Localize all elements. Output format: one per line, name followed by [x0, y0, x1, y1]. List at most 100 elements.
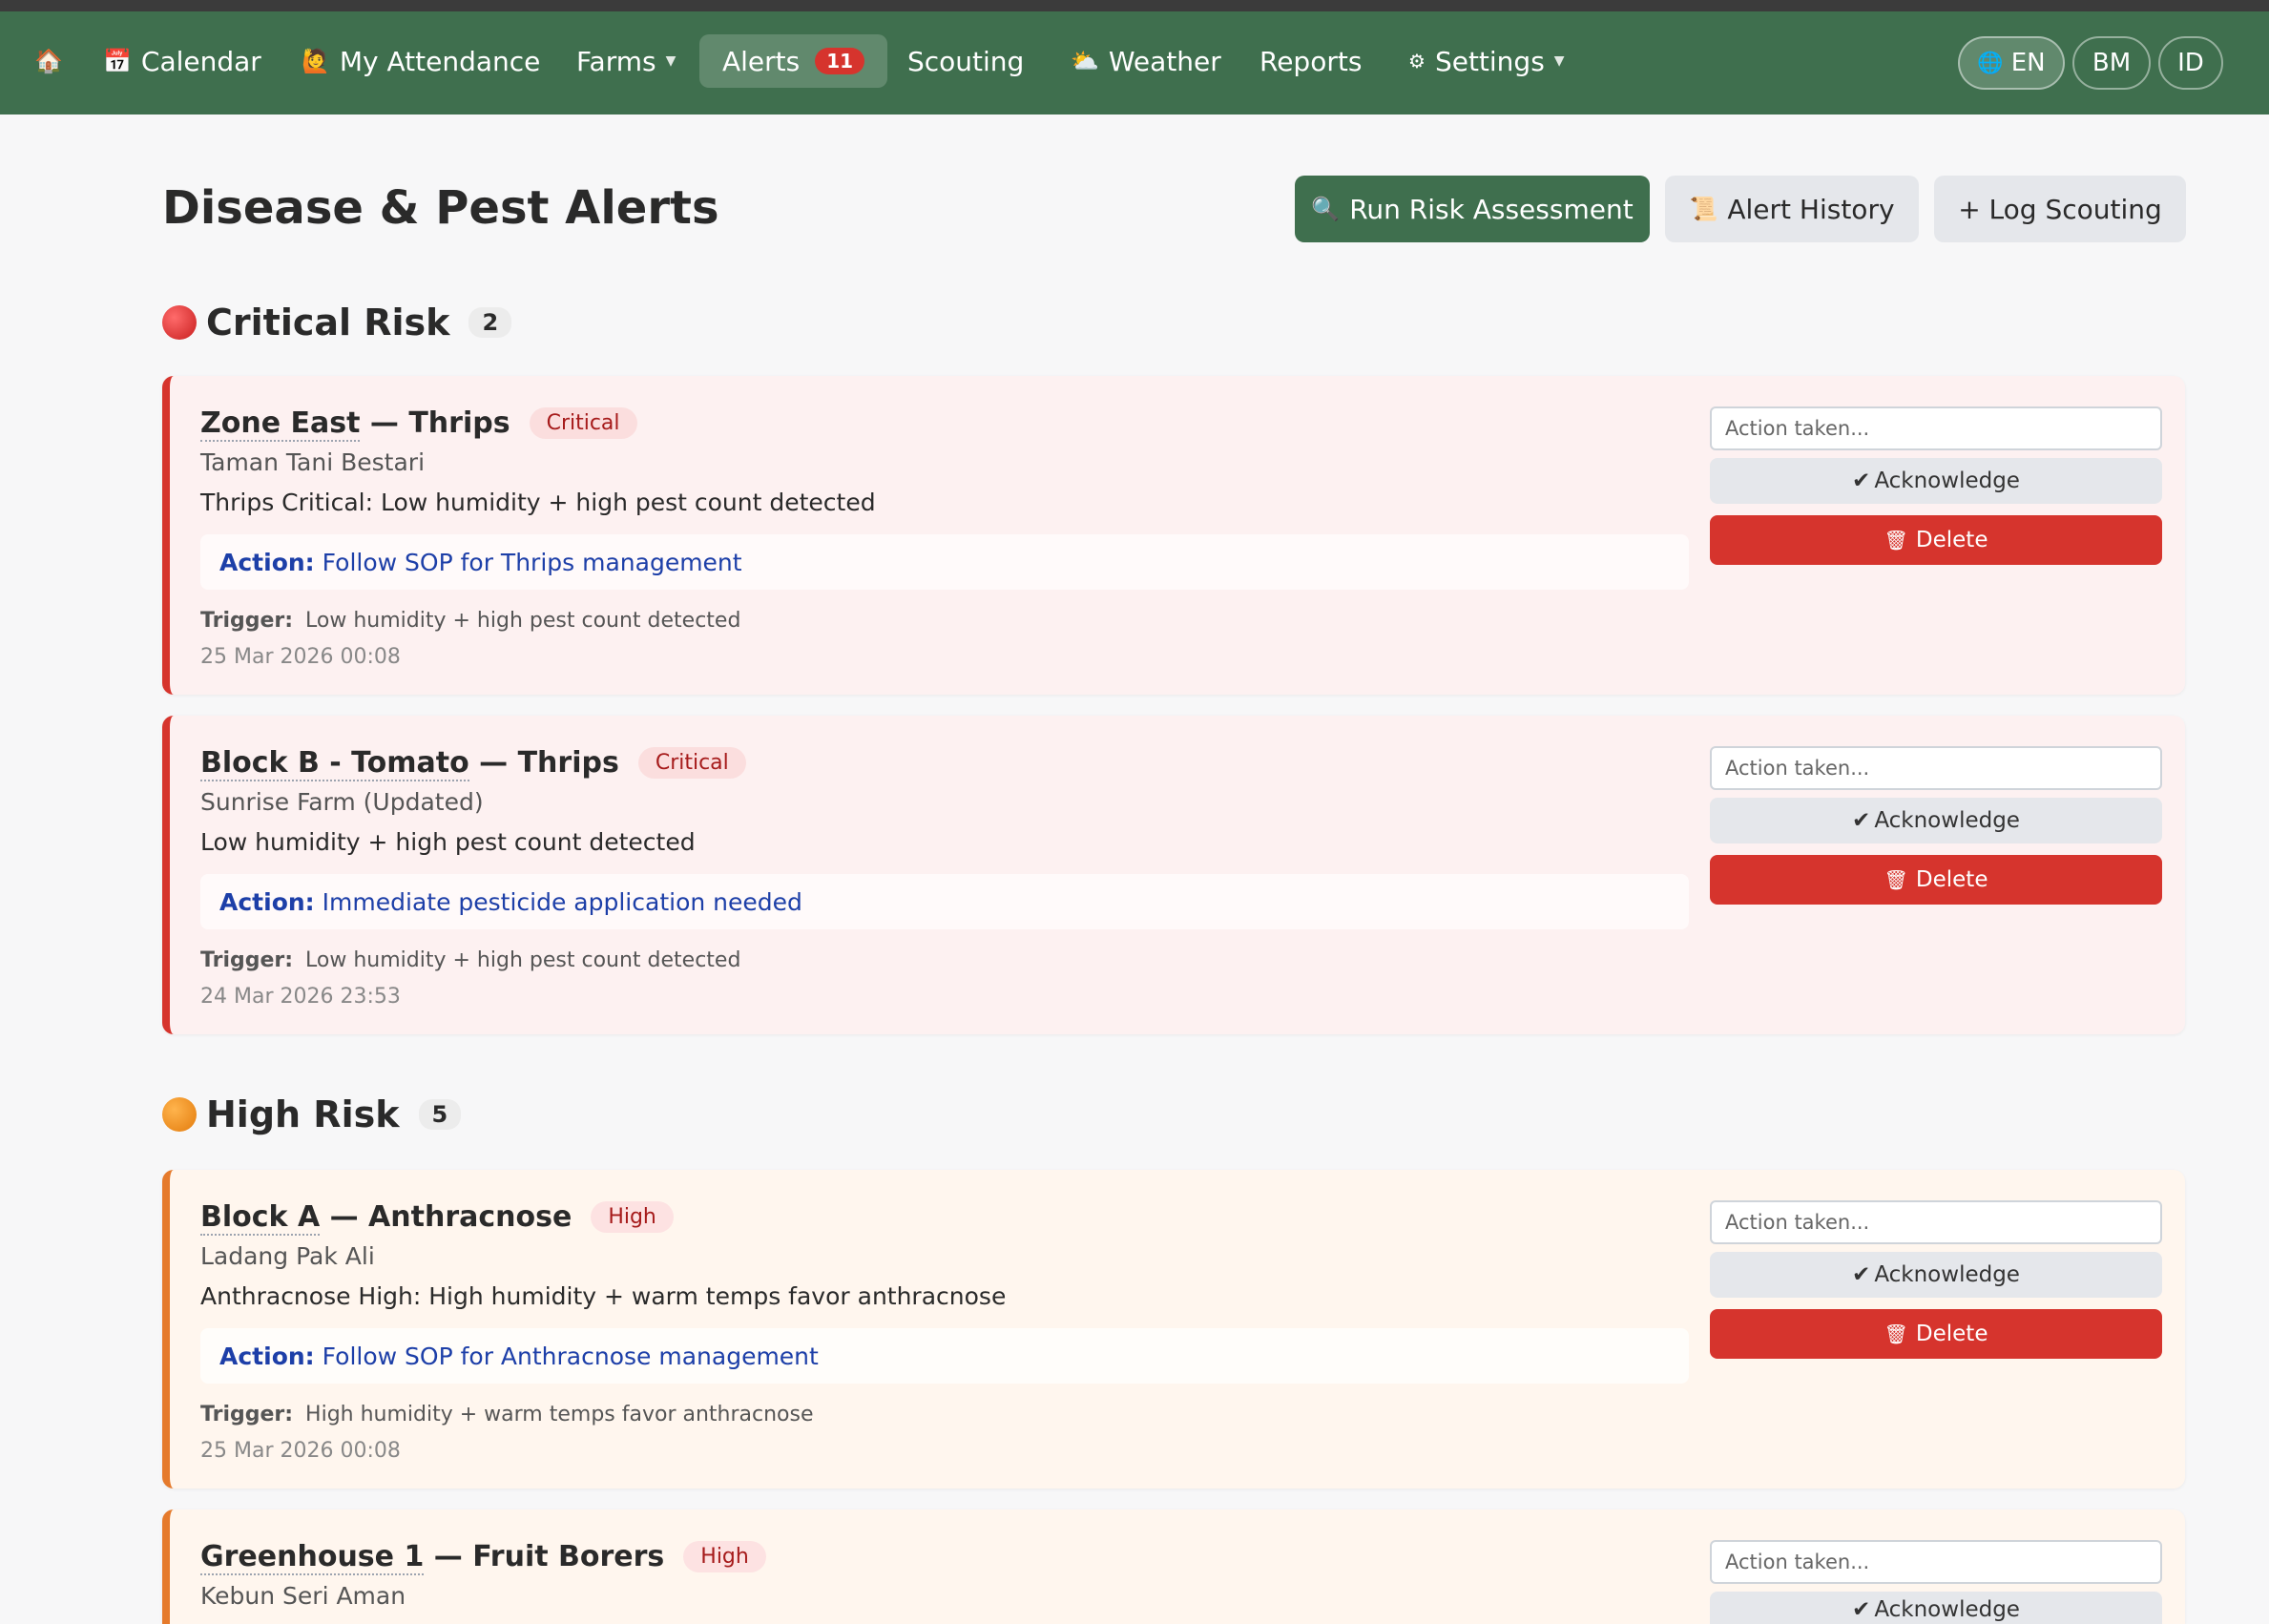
severity-badge: Critical — [637, 747, 746, 779]
delete-label: Delete — [1915, 1322, 1988, 1346]
alert-message: Low humidity + high pest count detected — [200, 828, 696, 856]
nav-my-attendance[interactable]: 🙋 My Attendance — [279, 34, 563, 88]
alerts-count-badge: 11 — [815, 48, 865, 74]
acknowledge-label: Acknowledge — [1874, 468, 2020, 493]
alert-card: Zone East — Thrips Critical Taman Tani B… — [162, 376, 2185, 695]
section-critical-risk: Critical Risk 2 — [162, 302, 512, 344]
acknowledge-button[interactable]: ✔ Acknowledge — [1710, 1252, 2162, 1298]
nav-farms-label: Farms — [576, 45, 656, 77]
alert-zone-link[interactable]: Block B - Tomato — [200, 746, 469, 781]
action-taken-input[interactable] — [1710, 1540, 2162, 1584]
alert-farm: Sunrise Farm (Updated) — [200, 788, 484, 816]
alert-zone-link[interactable]: Block A — [200, 1200, 321, 1236]
alert-timestamp: 25 Mar 2026 00:08 — [200, 645, 401, 669]
alert-message: Thrips Critical: Low humidity + high pes… — [200, 489, 876, 516]
acknowledge-label: Acknowledge — [1874, 1597, 2020, 1622]
alert-zone-link[interactable]: Zone East — [200, 406, 361, 442]
nav-settings[interactable]: ⚙ Settings ▼ — [1385, 34, 1588, 88]
scroll-icon: 📜 — [1689, 196, 1718, 222]
alert-action-box: Action: Follow SOP for Anthracnose manag… — [200, 1328, 1689, 1384]
severity-badge: Critical — [529, 407, 637, 439]
action-label: Action: — [219, 548, 315, 576]
alert-card: Block B - Tomato — Thrips Critical Sunri… — [162, 716, 2185, 1034]
acknowledge-button[interactable]: ✔ Acknowledge — [1710, 798, 2162, 843]
action-text: Follow SOP for Thrips management — [322, 548, 742, 576]
trigger-text: Low humidity + high pest count detected — [305, 948, 741, 972]
section-high-risk: High Risk 5 — [162, 1093, 462, 1135]
alert-timestamp: 25 Mar 2026 00:08 — [200, 1439, 401, 1463]
alert-farm: Kebun Seri Aman — [200, 1582, 406, 1610]
alert-timestamp: 24 Mar 2026 23:53 — [200, 985, 401, 1009]
nav-farms[interactable]: Farms ▼ — [553, 34, 698, 88]
delete-button[interactable]: 🗑 Delete — [1710, 515, 2162, 565]
action-taken-input[interactable] — [1710, 746, 2162, 790]
checkmark-icon: ✔ — [1852, 468, 1871, 493]
alert-pest: — Thrips — [468, 746, 619, 780]
orange-circle-icon — [162, 1097, 197, 1132]
alert-trigger: Trigger: High humidity + warm temps favo… — [200, 1403, 814, 1426]
lang-en-button[interactable]: 🌐 EN — [1958, 36, 2065, 90]
section-count: 5 — [418, 1099, 462, 1130]
alert-message: Anthracnose High: High humidity + warm t… — [200, 1282, 1007, 1310]
acknowledge-label: Acknowledge — [1874, 808, 2020, 833]
page-title: Disease & Pest Alerts — [162, 181, 719, 235]
globe-icon: 🌐 — [1977, 51, 2004, 75]
action-taken-input[interactable] — [1710, 1200, 2162, 1244]
lang-bm-label: BM — [2092, 49, 2132, 77]
acknowledge-button[interactable]: ✔ Acknowledge — [1710, 1592, 2162, 1624]
alert-heading: Block B - Tomato — Thrips Critical — [200, 746, 746, 781]
delete-button[interactable]: 🗑 Delete — [1710, 855, 2162, 905]
checkmark-icon: ✔ — [1852, 1597, 1871, 1622]
alert-history-label: Alert History — [1727, 193, 1895, 225]
lang-id-button[interactable]: ID — [2158, 36, 2223, 90]
nav-alerts[interactable]: Alerts 11 — [699, 34, 888, 88]
trigger-label: Trigger: — [200, 1403, 294, 1426]
trash-icon: 🗑 — [1884, 868, 1908, 891]
action-label: Action: — [219, 887, 315, 916]
nav-settings-label: Settings — [1434, 45, 1545, 77]
delete-label: Delete — [1915, 528, 1988, 552]
nav-home[interactable]: 🏠 — [11, 34, 86, 88]
alert-heading: Zone East — Thrips Critical — [200, 406, 637, 442]
alert-card: Block A — Anthracnose High Ladang Pak Al… — [162, 1170, 2185, 1489]
nav-scouting-label: Scouting — [907, 45, 1025, 77]
magnifier-icon: 🔍 — [1311, 196, 1341, 222]
alert-trigger: Trigger: Low humidity + high pest count … — [200, 948, 740, 972]
trigger-text: High humidity + warm temps favor anthrac… — [305, 1403, 814, 1426]
run-risk-assessment-button[interactable]: 🔍 Run Risk Assessment — [1295, 176, 1650, 242]
alert-zone-link[interactable]: Greenhouse 1 — [200, 1540, 425, 1575]
nav-calendar[interactable]: 📅 Calendar — [80, 34, 284, 88]
acknowledge-button[interactable]: ✔ Acknowledge — [1710, 458, 2162, 504]
nav-scouting[interactable]: Scouting — [885, 34, 1047, 88]
window-top-strip — [0, 0, 2269, 11]
section-title: High Risk — [206, 1093, 400, 1135]
alert-action-box: Action: Follow SOP for Thrips management — [200, 534, 1689, 590]
home-icon: 🏠 — [34, 48, 63, 74]
action-label: Action: — [219, 1342, 315, 1370]
chevron-down-icon: ▼ — [1553, 53, 1565, 69]
alert-heading: Block A — Anthracnose High — [200, 1200, 674, 1236]
trigger-text: Low humidity + high pest count detected — [305, 609, 741, 633]
alert-card: Greenhouse 1 — Fruit Borers High Kebun S… — [162, 1509, 2185, 1624]
log-scouting-button[interactable]: + Log Scouting — [1934, 176, 2186, 242]
nav-weather[interactable]: ⛅ Weather — [1048, 34, 1244, 88]
delete-button[interactable]: 🗑 Delete — [1710, 1309, 2162, 1359]
action-taken-input[interactable] — [1710, 406, 2162, 450]
nav-reports[interactable]: Reports — [1237, 34, 1384, 88]
severity-badge: High — [683, 1541, 766, 1572]
alert-trigger: Trigger: Low humidity + high pest count … — [200, 609, 740, 633]
trigger-label: Trigger: — [200, 948, 294, 972]
nav-my-attendance-label: My Attendance — [339, 45, 541, 77]
trash-icon: 🗑 — [1884, 1322, 1908, 1345]
log-scouting-label: + Log Scouting — [1958, 193, 2162, 225]
lang-en-label: EN — [2010, 49, 2046, 77]
lang-bm-button[interactable]: BM — [2072, 36, 2151, 90]
gear-icon: ⚙ — [1408, 50, 1426, 73]
action-text: Immediate pesticide application needed — [322, 887, 802, 916]
run-risk-assessment-label: Run Risk Assessment — [1349, 193, 1634, 225]
acknowledge-label: Acknowledge — [1874, 1262, 2020, 1287]
alert-history-button[interactable]: 📜 Alert History — [1665, 176, 1919, 242]
nav-alerts-label: Alerts — [722, 45, 801, 77]
severity-badge: High — [591, 1201, 674, 1233]
chevron-down-icon: ▼ — [665, 53, 677, 69]
